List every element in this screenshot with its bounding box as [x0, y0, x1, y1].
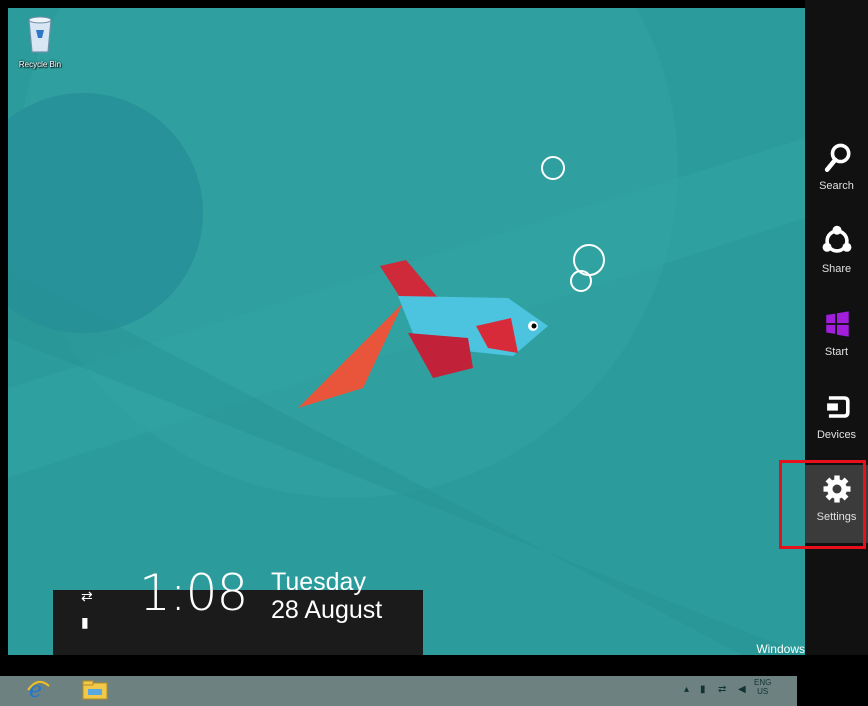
wallpaper — [8, 8, 805, 655]
tray-volume-icon[interactable]: ◀ — [738, 684, 746, 695]
ie-icon[interactable]: e — [26, 678, 50, 700]
region-code: US — [757, 687, 769, 696]
recycle-bin[interactable]: Recycle Bin — [14, 14, 66, 69]
screen-frame: Recycle Bin ⇄ ▮ 1:08 Tuesday 28 August W… — [0, 0, 868, 706]
recycle-bin-icon — [28, 16, 52, 53]
clock-day: Tuesday — [271, 568, 366, 596]
search-icon — [824, 143, 850, 172]
tray-network-icon[interactable]: ⇄ — [718, 684, 726, 695]
desktop[interactable]: Recycle Bin ⇄ ▮ 1:08 Tuesday 28 August W… — [8, 8, 805, 655]
charm-search-label: Search — [819, 180, 854, 192]
devices-icon — [826, 396, 850, 418]
tray-power-icon[interactable]: ▮ — [700, 684, 706, 695]
language-indicator[interactable]: ENG US — [754, 678, 771, 696]
taskbar — [0, 676, 797, 706]
share-icon — [822, 225, 851, 253]
recycle-bin-label: Recycle Bin — [18, 60, 62, 69]
clock-date: 28 August — [271, 596, 383, 624]
windows-watermark: Windows — [756, 642, 805, 655]
windows-logo-icon — [825, 311, 849, 337]
charms-bar: Search Share Start Devices Settings — [805, 0, 868, 655]
charm-start[interactable]: Start — [805, 306, 868, 382]
clock-overlay: ⇄ ▮ 1:08 Tuesday 28 August — [53, 564, 423, 655]
charm-share-label: Share — [821, 263, 852, 275]
charm-devices[interactable]: Devices — [805, 389, 868, 465]
folder-icon[interactable] — [82, 680, 108, 700]
charm-search[interactable]: Search — [805, 140, 868, 216]
charm-start-label: Start — [824, 346, 849, 358]
tray-chevron-icon[interactable]: ▴ — [684, 684, 689, 695]
battery-status-icon: ▮ — [81, 614, 89, 630]
charm-share[interactable]: Share — [805, 223, 868, 299]
network-status-icon: ⇄ — [81, 588, 93, 604]
charm-devices-label: Devices — [816, 429, 857, 441]
charm-settings[interactable]: Settings — [805, 465, 868, 543]
charm-settings-label: Settings — [816, 511, 857, 523]
clock-time: 1:08 — [139, 564, 248, 622]
gear-icon — [823, 475, 850, 503]
language-code: ENG — [754, 678, 772, 687]
